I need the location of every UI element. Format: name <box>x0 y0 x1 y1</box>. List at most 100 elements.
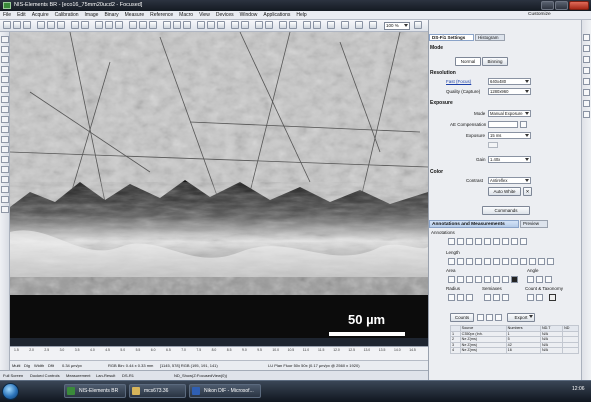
length-tool-4-icon[interactable] <box>475 258 482 265</box>
customize-menu[interactable]: Customize <box>528 12 551 17</box>
area-tool-7-icon[interactable] <box>502 276 509 283</box>
tab-full-screen[interactable]: Full Screen <box>3 373 23 378</box>
panel-annotation-icon[interactable] <box>583 100 590 107</box>
hand-icon[interactable] <box>1 46 9 53</box>
exposure-lock-checkbox[interactable] <box>488 142 498 148</box>
live-icon[interactable] <box>37 21 45 29</box>
text-tool-icon[interactable] <box>1 106 9 113</box>
brush-tool-icon[interactable] <box>1 126 9 133</box>
menu-macro[interactable]: Macro <box>179 12 193 18</box>
lut-icon[interactable] <box>139 21 147 29</box>
menu-image[interactable]: Image <box>85 12 99 18</box>
report-icon[interactable] <box>327 21 335 29</box>
panel-pin-icon[interactable] <box>583 34 590 41</box>
open-icon[interactable] <box>3 21 11 29</box>
menu-applications[interactable]: Applications <box>263 12 290 18</box>
panel-settings-icon[interactable] <box>583 45 590 52</box>
ellipse-annotation-icon[interactable] <box>502 238 509 245</box>
annotate-icon[interactable] <box>173 21 181 29</box>
tab-counts[interactable]: Counts <box>450 313 474 322</box>
minimize-button[interactable] <box>541 1 554 10</box>
zoom-out-icon[interactable] <box>105 21 113 29</box>
scalebar-icon[interactable] <box>183 21 191 29</box>
ae-comp-button[interactable] <box>520 121 527 128</box>
picker-tool-icon[interactable] <box>1 156 9 163</box>
area-tool-1-icon[interactable] <box>448 276 455 283</box>
zoom-in-icon[interactable] <box>95 21 103 29</box>
rect-annotation-icon[interactable] <box>493 238 500 245</box>
menu-edit[interactable]: Edit <box>17 12 26 18</box>
length-tool-10-icon[interactable] <box>529 258 536 265</box>
taskbar-item-mcs[interactable]: mcs673.36 <box>129 384 186 398</box>
tab-ds-r1[interactable]: DS-R1 <box>122 373 134 378</box>
commands-button[interactable]: Commands <box>482 206 530 215</box>
pen-annotation-icon[interactable] <box>475 238 482 245</box>
count-tool-2-icon[interactable] <box>536 294 543 301</box>
menu-window[interactable]: Window <box>240 12 258 18</box>
arrow-tool-icon[interactable] <box>1 116 9 123</box>
radius-tool-3-icon[interactable] <box>466 294 473 301</box>
auto-white-button[interactable]: Auto White <box>488 187 521 196</box>
panel-lut-icon[interactable] <box>583 78 590 85</box>
count-tool-icon[interactable] <box>1 196 9 203</box>
overlay-icon[interactable] <box>207 21 215 29</box>
tab-docked-controls[interactable]: Docked Controls <box>30 373 60 378</box>
area-tool-4-icon[interactable] <box>475 276 482 283</box>
length-tool-8-icon[interactable] <box>511 258 518 265</box>
tab-preview[interactable]: Preview <box>520 220 548 228</box>
export-button[interactable]: Export <box>507 313 535 322</box>
ellipse-tool-icon[interactable] <box>1 76 9 83</box>
list-view-icon[interactable] <box>477 314 484 321</box>
taskbar-item-nis[interactable]: NIS-Elements BR <box>64 384 126 398</box>
panel-camera-icon[interactable] <box>583 56 590 63</box>
eraser-tool-icon[interactable] <box>1 136 9 143</box>
fast-focus-select[interactable]: 640x480 <box>488 78 531 85</box>
micrograph-image[interactable] <box>10 32 428 338</box>
semiaxes-tool-2-icon[interactable] <box>493 294 500 301</box>
reset-white-button[interactable]: ✕ <box>523 187 532 196</box>
tab-nd-show[interactable]: ND_Show(Z:FocusedView(0)) <box>174 373 227 378</box>
zoom-tool-icon[interactable] <box>1 56 9 63</box>
channel-icon[interactable] <box>197 21 205 29</box>
length-tool-3-icon[interactable] <box>466 258 473 265</box>
panel-histogram-icon[interactable] <box>583 67 590 74</box>
count-tool-3-icon[interactable] <box>549 294 556 301</box>
mode-normal-button[interactable]: Normal <box>455 57 481 66</box>
info-icon[interactable] <box>341 21 349 29</box>
length-tool-7-icon[interactable] <box>502 258 509 265</box>
tab-histogram[interactable]: Histogram <box>475 34 505 41</box>
z-ruler[interactable]: 1.5 2.0 2.5 3.0 3.5 4.0 4.5 5.0 5.5 6.0 6.5 7.0 7.5 8… <box>10 346 428 360</box>
tab-lan-result[interactable]: Lan-Result <box>96 373 115 378</box>
annotations-panel-header[interactable]: Annotations and Measurements <box>429 220 519 228</box>
semiaxes-tool-3-icon[interactable] <box>502 294 509 301</box>
histogram-icon[interactable] <box>129 21 137 29</box>
arrow-annotation-icon[interactable] <box>466 238 473 245</box>
mode-binning-button[interactable]: Binning <box>482 57 508 66</box>
color-icon[interactable] <box>255 21 263 29</box>
ae-comp-input[interactable] <box>488 121 518 128</box>
text-annotation-icon[interactable] <box>457 238 464 245</box>
gray-icon[interactable] <box>265 21 273 29</box>
exp-mode-select[interactable]: Manual Exposure <box>488 110 531 117</box>
count-tool-1-icon[interactable] <box>527 294 534 301</box>
gain-select[interactable]: 1.40x <box>488 156 531 163</box>
menu-view[interactable]: View <box>199 12 210 18</box>
edf-icon[interactable] <box>217 21 225 29</box>
table-row[interactable]: 4 Ne Z(ms) 16 N/A <box>450 347 579 354</box>
zoom-dropdown-icon[interactable] <box>414 21 422 29</box>
pointer-icon[interactable] <box>1 36 9 43</box>
area-tool-2-icon[interactable] <box>457 276 464 283</box>
threshold-icon[interactable] <box>313 21 321 29</box>
taskbar-item-word[interactable]: Nikon DIF - Microsof... <box>189 384 261 398</box>
menu-measure[interactable]: Measure <box>125 12 144 18</box>
panel-info-icon[interactable] <box>583 111 590 118</box>
angle-tool-2-icon[interactable] <box>536 276 543 283</box>
length-tool-9-icon[interactable] <box>520 258 527 265</box>
layout-icon[interactable] <box>241 21 249 29</box>
polygon-annotation-icon[interactable] <box>511 238 518 245</box>
capture-icon[interactable] <box>47 21 55 29</box>
tab-measurement[interactable]: Measurement <box>66 373 90 378</box>
close-button[interactable] <box>569 1 589 10</box>
select-annotation-icon[interactable] <box>448 238 455 245</box>
print-icon[interactable] <box>23 21 31 29</box>
